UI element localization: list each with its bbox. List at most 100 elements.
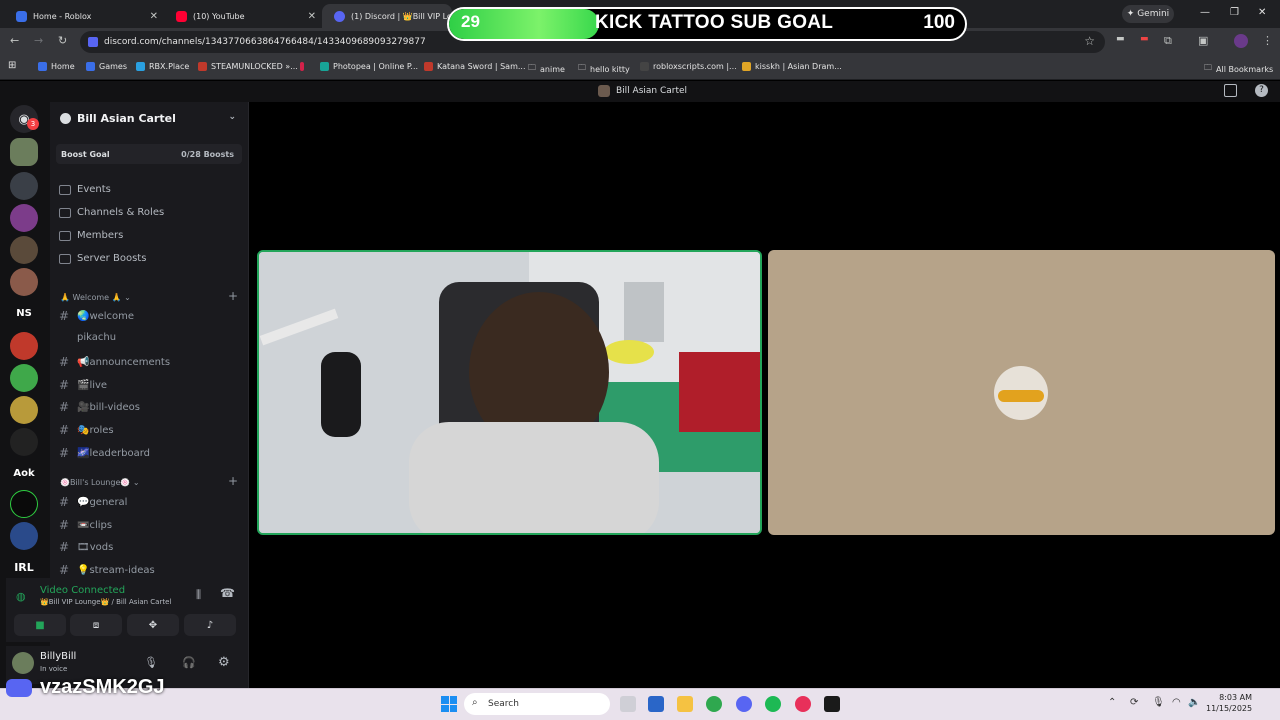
bookmark-games[interactable]: Games <box>86 62 127 71</box>
site-info-icon[interactable] <box>88 37 98 47</box>
tab-youtube[interactable]: (10) YouTube ✕ <box>164 4 322 28</box>
activities-button[interactable]: ✥ <box>127 614 179 636</box>
discord-taskbar-icon[interactable] <box>736 696 752 712</box>
camera-button[interactable]: ■ <box>14 614 66 636</box>
channel-live[interactable]: # 🎬live <box>59 378 107 392</box>
audio-participant-tile[interactable] <box>768 250 1275 535</box>
extension-icon[interactable]: ▬ <box>1140 34 1149 44</box>
menu-events[interactable]: Events <box>59 184 111 195</box>
screen-share-button[interactable]: ⧈ <box>70 614 122 636</box>
add-channel-icon[interactable]: + <box>228 289 238 303</box>
chevron-up-icon[interactable]: ⌃ <box>1108 697 1116 708</box>
menu-channels-roles[interactable]: Channels & Roles <box>59 207 164 218</box>
extension-icon[interactable]: ▬ <box>1116 34 1125 44</box>
microphone-icon[interactable]: 🎙 <box>144 656 158 669</box>
inbox-icon[interactable] <box>1224 84 1237 97</box>
bookmark-folder-hellokitty[interactable]: 🗀 hello kitty <box>578 62 630 76</box>
profile-avatar[interactable] <box>1234 34 1248 48</box>
bookmark-kisskh[interactable]: kisskh | Asian Dram... <box>742 62 842 71</box>
server-icon[interactable] <box>10 332 38 360</box>
channel-general[interactable]: # 💬general <box>59 495 127 509</box>
close-icon[interactable]: ✕ <box>150 11 158 22</box>
apps-grid-icon[interactable]: ⊞ <box>8 60 16 71</box>
close-window-icon[interactable]: ✕ <box>1258 7 1266 18</box>
gemini-button[interactable]: ✦ Gemini <box>1122 5 1174 23</box>
volume-icon[interactable]: 🔈 <box>1188 697 1200 708</box>
gear-icon[interactable]: ⚙ <box>218 655 230 670</box>
extensions-puzzle-icon[interactable]: ⧉ <box>1164 34 1172 48</box>
spotify-icon[interactable] <box>765 696 781 712</box>
side-panel-icon[interactable]: ▣ <box>1198 34 1208 47</box>
server-icon-active[interactable] <box>10 138 38 166</box>
server-icon[interactable] <box>10 204 38 232</box>
category-welcome[interactable]: 🙏 Welcome 🙏 ⌄ <box>60 293 131 302</box>
channel-leaderboard[interactable]: # 🌌leaderboard <box>59 446 150 460</box>
task-view-icon[interactable] <box>620 696 636 712</box>
bookmark-katana[interactable]: Katana Sword | Sam... <box>424 62 526 71</box>
file-explorer-icon[interactable] <box>677 696 693 712</box>
restore-icon[interactable]: ❐ <box>1230 7 1239 18</box>
app-icon[interactable] <box>824 696 840 712</box>
bookmark-all[interactable]: 🗀 All Bookmarks <box>1204 62 1273 76</box>
server-icon[interactable] <box>10 396 38 424</box>
menu-server-boosts[interactable]: Server Boosts <box>59 253 146 264</box>
server-icon[interactable] <box>10 364 38 392</box>
server-icon[interactable] <box>10 172 38 200</box>
back-icon[interactable]: ← <box>10 34 19 47</box>
soundboard-button[interactable]: ♪ <box>184 614 236 636</box>
headphones-icon[interactable]: 🎧 <box>182 656 196 669</box>
bookmark-home[interactable]: Home <box>38 62 75 71</box>
server-icon-ns[interactable]: NS <box>10 300 38 328</box>
bookmark-star-icon[interactable]: ☆ <box>1084 34 1095 48</box>
channel-stream-ideas[interactable]: # 💡stream-ideas <box>59 563 155 577</box>
taskbar-search[interactable]: ⌕ Search <box>464 693 610 715</box>
tab-discord[interactable]: (1) Discord | 👑Bill VIP Lou <box>322 4 452 28</box>
channel-label: 🎞vods <box>77 541 114 553</box>
server-icon-kick[interactable] <box>10 490 38 518</box>
app-icon[interactable] <box>648 696 664 712</box>
channel-announcements[interactable]: # 📢announcements <box>59 355 170 369</box>
sync-icon[interactable]: ⟳ <box>1130 697 1138 708</box>
close-icon[interactable]: ✕ <box>308 11 316 22</box>
bookmark-steamunlocked[interactable]: STEAMUNLOCKED »... <box>198 62 298 71</box>
chrome-icon[interactable] <box>706 696 722 712</box>
channel-welcome[interactable]: # 🌏welcome <box>59 309 134 323</box>
opera-icon[interactable] <box>795 696 811 712</box>
start-icon[interactable] <box>441 696 457 712</box>
noise-suppression-icon[interactable]: ⫼ <box>196 588 201 602</box>
wifi-icon[interactable]: ◠ <box>1172 697 1181 708</box>
menu-kebab-icon[interactable]: ⋮ <box>1262 34 1273 47</box>
avatar[interactable] <box>12 652 34 674</box>
bookmark-photopea[interactable]: Photopea | Online P... <box>320 62 418 71</box>
voice-channel-text[interactable]: 👑Bill VIP Lounge👑 / Bill Asian Cartel <box>40 598 171 606</box>
forward-icon[interactable]: → <box>34 34 43 47</box>
minimize-icon[interactable]: — <box>1200 7 1210 18</box>
channel-clips[interactable]: # 📼clips <box>59 518 112 532</box>
server-icon-aok[interactable]: Aok <box>10 460 38 488</box>
server-icon[interactable] <box>10 236 38 264</box>
bookmark-folder-anime[interactable]: 🗀 anime <box>528 62 565 76</box>
taskbar-clock[interactable]: 8:03 AM 11/15/2025 <box>1206 692 1252 714</box>
voice-status-text[interactable]: Video Connected <box>40 585 125 596</box>
channel-pikachu[interactable]: pikachu <box>77 332 116 343</box>
server-icon[interactable] <box>10 522 38 550</box>
server-header[interactable]: Bill Asian Cartel ⌄ <box>50 102 248 134</box>
bookmark-rbxplace[interactable]: RBX.Place <box>136 62 189 71</box>
help-icon[interactable]: ? <box>1255 84 1268 97</box>
channel-bill-videos[interactable]: # 🎥bill-videos <box>59 400 140 414</box>
disconnect-icon[interactable]: ☎ <box>220 586 235 600</box>
channel-vods[interactable]: # 🎞vods <box>59 540 113 554</box>
bookmark-red[interactable] <box>300 62 308 71</box>
server-icon[interactable] <box>10 268 38 296</box>
reload-icon[interactable]: ↻ <box>58 34 67 47</box>
add-channel-icon[interactable]: + <box>228 474 238 488</box>
channel-roles[interactable]: # 🎭roles <box>59 423 114 437</box>
tab-roblox[interactable]: Home - Roblox ✕ <box>4 4 164 28</box>
camera-video-tile[interactable] <box>257 250 762 535</box>
bookmark-robloxscripts[interactable]: robloxscripts.com |... <box>640 62 737 71</box>
menu-members[interactable]: Members <box>59 230 123 241</box>
microphone-icon[interactable]: 🎙 <box>1152 697 1165 708</box>
boost-goal-bar[interactable]: Boost Goal 0/28 Boosts <box>56 144 242 164</box>
category-bills-lounge[interactable]: 🍥Bill's Lounge🍥 ⌄ <box>60 478 140 487</box>
server-icon[interactable] <box>10 428 38 456</box>
